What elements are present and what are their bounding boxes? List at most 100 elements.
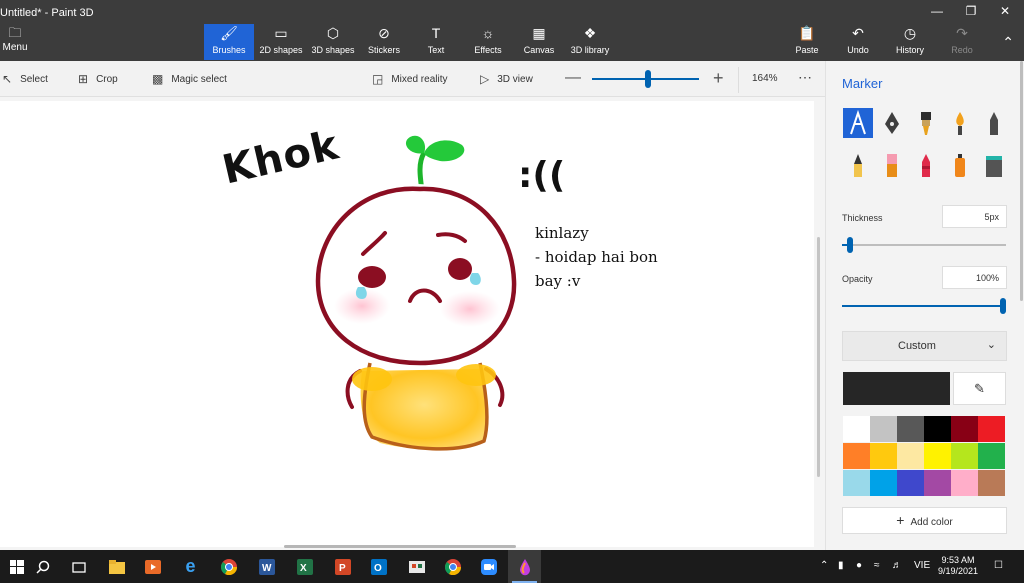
photos-app[interactable] <box>400 550 433 583</box>
color-swatch[interactable] <box>843 470 870 496</box>
excel-app[interactable]: X <box>288 550 321 583</box>
edge-app[interactable]: e <box>174 550 207 583</box>
search-icon <box>35 560 49 574</box>
color-swatch[interactable] <box>951 443 978 469</box>
crop-button[interactable]: ⊞ Crop <box>78 72 118 86</box>
fill-brush[interactable] <box>979 150 1009 180</box>
tool-canvas[interactable]: ▦ Canvas <box>518 24 560 60</box>
media-app[interactable] <box>136 550 169 583</box>
add-color-button[interactable]: + Add color <box>842 507 1007 534</box>
history-button[interactable]: ◷ History <box>892 24 928 60</box>
color-swatch[interactable] <box>978 470 1005 496</box>
zoom-in-button[interactable]: + <box>713 68 724 89</box>
color-swatch[interactable] <box>951 470 978 496</box>
zoom-out-button[interactable]: — <box>565 69 581 87</box>
color-swatch[interactable] <box>843 443 870 469</box>
file-explorer-app[interactable] <box>100 550 133 583</box>
color-swatch[interactable] <box>924 416 951 442</box>
word-app[interactable]: W <box>250 550 283 583</box>
color-swatch[interactable] <box>870 470 897 496</box>
language-indicator[interactable]: VIE <box>914 560 930 571</box>
color-swatch[interactable] <box>897 443 924 469</box>
canvas-horizontal-scrollbar[interactable] <box>284 545 516 548</box>
spraycan-brush[interactable] <box>945 150 975 180</box>
divider <box>738 67 739 93</box>
color-swatch[interactable] <box>897 416 924 442</box>
eyedropper-button[interactable]: ✎ <box>953 372 1006 405</box>
panel-scrollbar[interactable] <box>1020 61 1023 301</box>
volume-icon[interactable]: ♬ <box>892 560 902 571</box>
tool-3d-library[interactable]: ❖ 3D library <box>568 24 612 60</box>
paint3d-app[interactable] <box>508 550 541 583</box>
thickness-slider-thumb[interactable] <box>847 237 853 253</box>
powerpoint-app[interactable]: P <box>326 550 359 583</box>
marker-brush[interactable] <box>843 108 873 138</box>
tool-stickers[interactable]: ⊘ Stickers <box>362 24 406 60</box>
eraser-brush[interactable] <box>877 150 907 180</box>
show-hidden-icons[interactable]: ⌃ <box>820 560 828 571</box>
wifi-icon[interactable]: ≈ <box>874 560 880 571</box>
color-swatch[interactable] <box>978 416 1005 442</box>
paste-button[interactable]: 📋 Paste <box>790 24 824 60</box>
more-options-icon[interactable]: ⋯ <box>798 69 812 86</box>
close-icon[interactable]: ✕ <box>990 4 1020 18</box>
watercolor-icon <box>956 112 964 135</box>
restore-icon[interactable]: ❐ <box>956 4 986 18</box>
pixel-pen-brush[interactable] <box>979 108 1009 138</box>
thickness-slider[interactable] <box>842 237 1006 253</box>
tool-text[interactable]: T Text <box>418 24 454 60</box>
microphone-icon[interactable]: ● <box>856 560 862 571</box>
task-view-button[interactable] <box>62 550 95 583</box>
chrome-app[interactable] <box>212 550 245 583</box>
crayon-brush[interactable] <box>911 150 941 180</box>
drawing-artwork <box>315 135 517 451</box>
menu-button[interactable]: 🗀 Menu <box>0 26 30 54</box>
select-button[interactable]: ↖ Select <box>2 72 48 86</box>
undo-button[interactable]: ↶ Undo <box>842 24 874 60</box>
battery-icon[interactable]: ▮ <box>838 560 844 571</box>
zoom-percent[interactable]: 164% <box>752 73 778 84</box>
opacity-slider-thumb[interactable] <box>1000 298 1006 314</box>
opacity-input[interactable]: 100% <box>942 266 1007 289</box>
current-color-swatch[interactable] <box>843 372 950 405</box>
tool-brushes[interactable]: 🖌 Brushes <box>204 24 254 60</box>
tool-3d-shapes[interactable]: ⬡ 3D shapes <box>308 24 358 60</box>
tool-2d-shapes[interactable]: ▭ 2D shapes <box>257 24 305 60</box>
collapse-ribbon-icon[interactable]: ⌃ <box>1002 34 1014 51</box>
color-swatch[interactable] <box>843 416 870 442</box>
notification-icon[interactable]: ☐ <box>994 560 1003 571</box>
clock[interactable]: 9:53 AM 9/19/2021 <box>938 555 978 577</box>
watercolor-brush[interactable] <box>945 108 975 138</box>
tool-label: 2D shapes <box>259 45 303 55</box>
outlook-app[interactable]: O <box>362 550 395 583</box>
redo-icon: ↷ <box>956 25 968 41</box>
finish-dropdown[interactable]: Custom ⌄ <box>842 331 1007 361</box>
drawing-canvas[interactable]: Khok :(( kinlazy - hoidap hai bon bay :v <box>0 101 814 547</box>
paste-icon: 📋 <box>798 25 816 41</box>
canvas-vertical-scrollbar[interactable] <box>817 237 820 477</box>
oil-brush[interactable] <box>911 108 941 138</box>
color-swatch[interactable] <box>924 470 951 496</box>
3d-view-button[interactable]: ▷ 3D view <box>480 72 533 86</box>
zoom-slider-thumb[interactable] <box>645 70 651 88</box>
color-swatch[interactable] <box>897 470 924 496</box>
zoom-app[interactable] <box>472 550 505 583</box>
tool-effects[interactable]: ☼ Effects <box>468 24 508 60</box>
color-swatch[interactable] <box>951 416 978 442</box>
opacity-slider[interactable] <box>842 298 1006 314</box>
minimize-icon[interactable]: — <box>922 4 952 18</box>
search-button[interactable] <box>26 550 59 583</box>
chrome-app-2[interactable] <box>436 550 469 583</box>
redo-button[interactable]: ↷ Redo <box>946 24 978 60</box>
color-swatch[interactable] <box>978 443 1005 469</box>
thickness-input[interactable]: 5px <box>942 205 1007 228</box>
color-swatch[interactable] <box>924 443 951 469</box>
color-swatch[interactable] <box>870 416 897 442</box>
tool-label: 3D shapes <box>311 45 355 55</box>
color-swatch[interactable] <box>870 443 897 469</box>
magic-select-button[interactable]: ▩ Magic select <box>152 72 227 86</box>
calligraphy-pen-brush[interactable] <box>877 108 907 138</box>
hand-right <box>456 364 496 386</box>
pencil-brush[interactable] <box>843 150 873 180</box>
mixed-reality-button[interactable]: ◲ Mixed reality <box>372 72 447 86</box>
